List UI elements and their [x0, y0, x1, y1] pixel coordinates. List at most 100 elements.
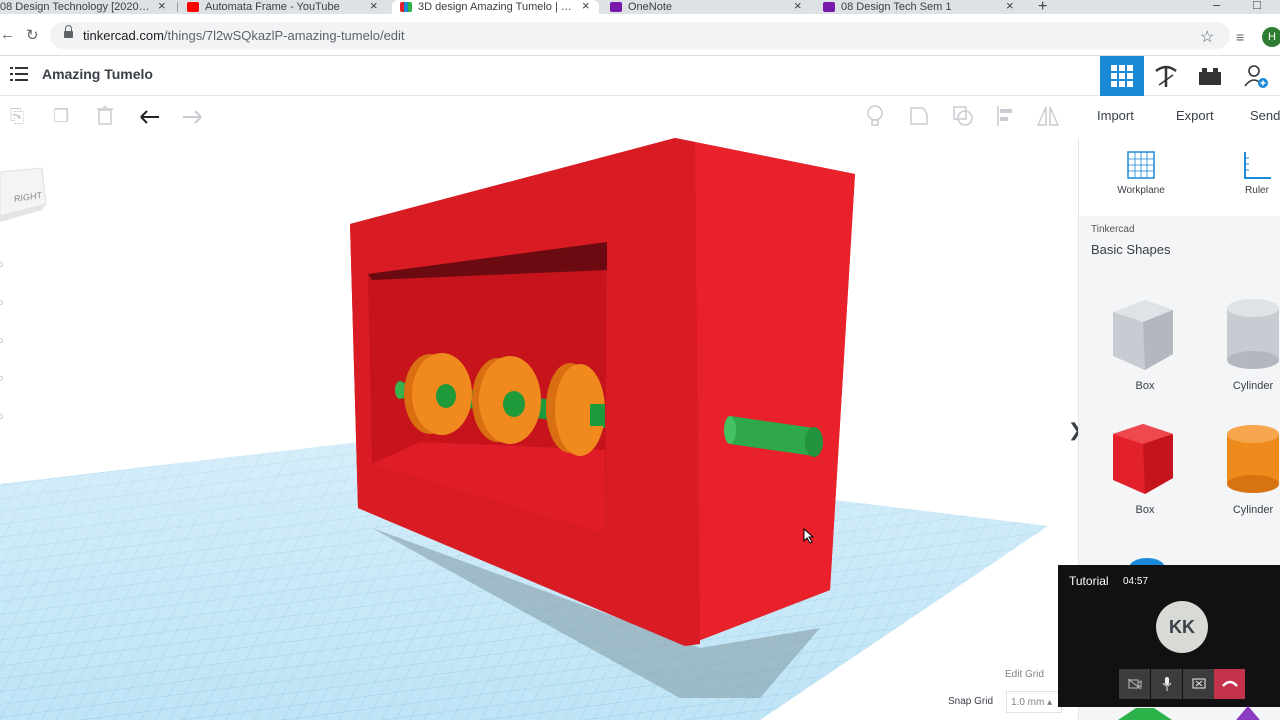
camera-off-button[interactable] [1119, 669, 1150, 699]
edit-grid-button[interactable]: Edit Grid [1005, 669, 1044, 680]
phone-hangup-icon [1221, 680, 1238, 687]
tab-close-icon[interactable]: × [158, 0, 166, 13]
bricks-button[interactable] [1188, 56, 1232, 96]
profile-avatar[interactable]: H [1262, 27, 1280, 47]
call-controls [1119, 669, 1245, 699]
mouse-cursor-icon [803, 528, 815, 544]
3d-workplane-canvas[interactable]: RIGHT ❯ Edit Grid Snap Grid 1.0 mm ▴ [0, 138, 1078, 720]
mirror-icon[interactable] [1036, 105, 1060, 132]
redo-icon[interactable] [182, 108, 202, 129]
shape-label: Box [1135, 504, 1155, 516]
undo-icon[interactable] [140, 108, 160, 129]
user-add-icon [1244, 65, 1268, 88]
call-duration: 04:57 [1123, 576, 1149, 587]
share-screen-icon [1192, 678, 1205, 689]
tab-title: 08 Design Technology [2020-T2 [0, 1, 150, 13]
ruler-icon [1244, 152, 1271, 179]
tab-close-icon[interactable]: × [1006, 0, 1014, 13]
category-source: Tinkercad [1091, 224, 1135, 235]
tab-title: 3D design Amazing Tumelo | Tin [418, 1, 572, 13]
browser-tab-strip: 08 Design Technology [2020-T2 × Automata… [0, 0, 1280, 15]
onenote-icon [610, 2, 622, 12]
browser-tab-onenote[interactable]: OneNote [610, 0, 790, 14]
url-host: tinkercad.com [83, 28, 164, 43]
call-title: Tutorial [1069, 574, 1109, 588]
tab-close-icon[interactable]: × [794, 0, 802, 13]
maximize-icon[interactable]: □ [1253, 0, 1261, 12]
shape-cylinder-orange[interactable] [1225, 422, 1280, 496]
bookmark-star-icon[interactable]: ☆ [1200, 27, 1214, 47]
microphone-icon [1162, 677, 1171, 691]
design-title[interactable]: Amazing Tumelo [42, 66, 153, 82]
video-call-window[interactable]: Tutorial 04:57 KK [1058, 565, 1280, 707]
browser-tab-design-tech-sem1[interactable]: 08 Design Tech Sem 1 [823, 0, 1003, 14]
view-cube[interactable]: RIGHT [0, 166, 47, 228]
browser-tab-youtube[interactable]: Automata Frame - YouTube [187, 0, 357, 14]
participant-avatar: KK [1156, 601, 1208, 653]
file-actions: Import Export Send [1078, 96, 1280, 138]
tab-separator [177, 2, 178, 12]
snap-grid-value: 1.0 mm [1011, 697, 1045, 708]
tinkercad-favicon-icon [400, 2, 412, 12]
snap-grid-select[interactable]: 1.0 mm ▴ [1006, 691, 1062, 713]
tinkercad-header: Amazing Tumelo [0, 56, 1280, 96]
shape-category-selector[interactable]: Tinkercad Basic Shapes [1079, 216, 1280, 282]
back-arrow-icon[interactable]: ← [0, 26, 15, 43]
url-path: /things/7l2wSQkazlP-amazing-tumelo/edit [163, 28, 405, 43]
tab-close-icon[interactable]: × [582, 0, 590, 13]
panel-shapes-below-fold [1118, 706, 1260, 720]
collapse-panel-icon[interactable]: ❯ [1068, 420, 1078, 441]
ruler-label: Ruler [1245, 185, 1269, 196]
microphone-button[interactable] [1151, 669, 1182, 699]
tab-title: Automata Frame - YouTube [205, 1, 340, 13]
send-to-button[interactable]: Send [1250, 108, 1280, 123]
lock-icon [64, 25, 73, 40]
workplane-label: Workplane [1117, 185, 1165, 196]
ruler-tool[interactable]: Ruler [1237, 150, 1277, 196]
ungroup-icon[interactable] [952, 105, 974, 132]
shape-label: Cylinder [1232, 504, 1274, 516]
shape-cylinder-grey[interactable] [1225, 298, 1280, 372]
workplane-tool[interactable]: Workplane [1113, 150, 1169, 196]
group-icon[interactable] [908, 105, 930, 132]
design-menu-icon[interactable] [10, 66, 28, 82]
3d-view-grid-button[interactable] [1100, 56, 1144, 96]
reload-icon[interactable]: ↻ [26, 26, 39, 44]
share-screen-button[interactable] [1183, 669, 1214, 699]
lightbulb-icon[interactable] [866, 105, 884, 132]
workplane-icon [1127, 151, 1155, 179]
export-button[interactable]: Export [1176, 108, 1214, 123]
brick-icon [1199, 68, 1221, 85]
minimize-icon[interactable]: – [1213, 0, 1220, 12]
tinkercad-editor-window: 08 Design Technology [2020-T2 × Automata… [0, 0, 1280, 720]
shape-label: Cylinder [1232, 380, 1274, 392]
url-field[interactable]: tinkercad.com/things/7l2wSQkazlP-amazing… [50, 22, 1230, 49]
shape-box-grey[interactable] [1109, 298, 1179, 374]
import-button[interactable]: Import [1097, 108, 1134, 123]
pickaxe-icon [1155, 65, 1177, 87]
browser-tab-design-technology[interactable]: 08 Design Technology [2020-T2 [0, 0, 150, 14]
tab-title: OneNote [628, 1, 673, 13]
browser-tab-tinkercad[interactable]: 3D design Amazing Tumelo | Tin [392, 0, 599, 14]
category-name: Basic Shapes [1091, 242, 1171, 257]
hang-up-button[interactable] [1214, 669, 1245, 699]
3d-scene[interactable] [0, 138, 1078, 720]
url-text: tinkercad.com/things/7l2wSQkazlP-amazing… [83, 28, 405, 43]
edit-toolbar: ⎘ ❐ [0, 96, 1078, 138]
shape-box-red[interactable] [1109, 422, 1179, 498]
grid-icon [1111, 65, 1133, 87]
trash-icon[interactable] [96, 106, 114, 131]
copy-icon[interactable]: ⎘ [10, 106, 24, 127]
tab-title: 08 Design Tech Sem 1 [841, 1, 952, 13]
browser-address-bar: ← ↻ tinkercad.com/things/7l2wSQkazlP-ama… [0, 14, 1280, 56]
camera-off-icon [1127, 679, 1141, 689]
shape-label: Box [1135, 380, 1155, 392]
duplicate-icon[interactable]: ❐ [53, 106, 69, 127]
onenote-icon [823, 2, 835, 12]
workplane-ruler-bar: Workplane Ruler [1079, 138, 1280, 216]
codeblocks-button[interactable] [1144, 56, 1188, 96]
account-button[interactable] [1234, 56, 1278, 96]
media-controls-icon[interactable]: ≡ [1236, 29, 1244, 45]
tab-close-icon[interactable]: × [370, 0, 378, 13]
align-icon[interactable] [996, 105, 1016, 132]
